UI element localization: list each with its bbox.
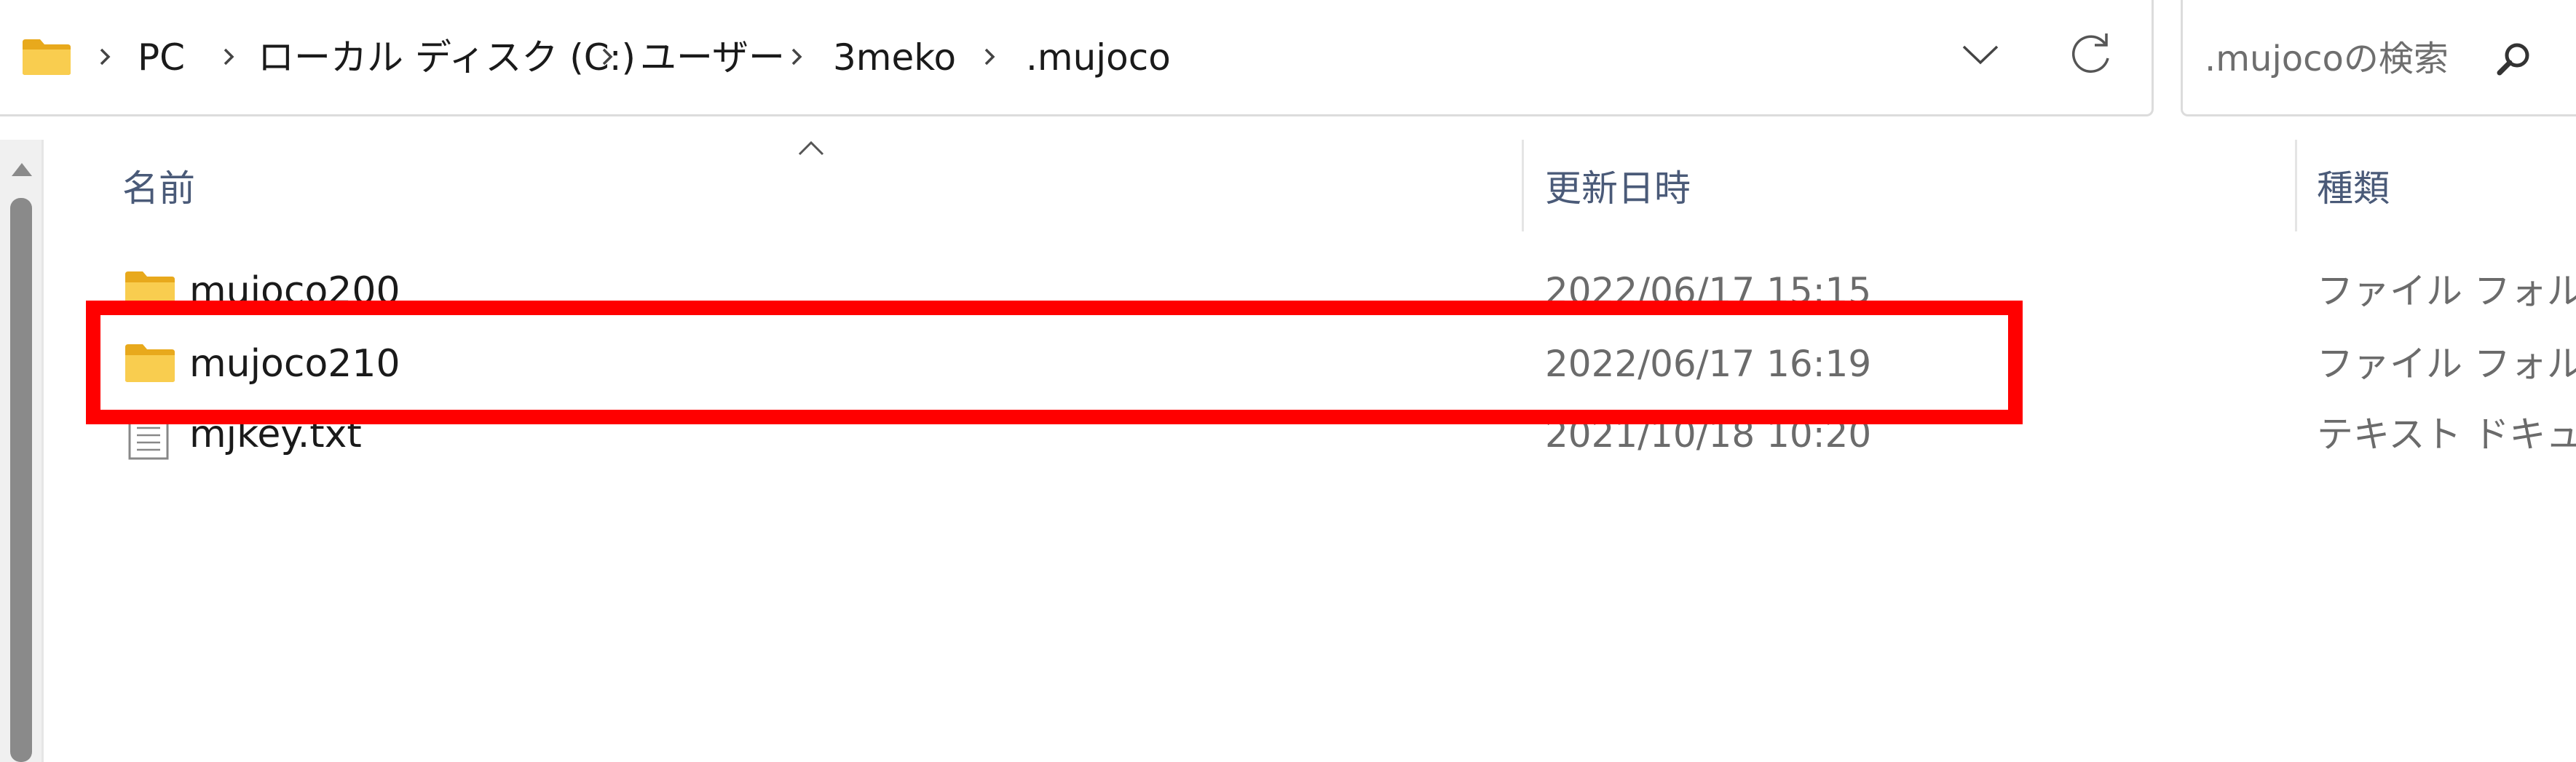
breadcrumb-separator-icon xyxy=(602,48,613,66)
file-modified: 2022/06/17 16:19 xyxy=(1545,343,1872,385)
breadcrumb-separator-icon xyxy=(224,48,234,66)
file-type: テキスト ドキュメント xyxy=(2317,413,2576,456)
column-header-name[interactable]: 名前 xyxy=(122,163,195,214)
chevron-down-icon[interactable] xyxy=(1958,36,2003,73)
breadcrumb-pc[interactable]: PC xyxy=(138,32,185,83)
search-box[interactable]: .mujocoの検索 xyxy=(2181,0,2576,116)
file-type: ファイル フォルダー xyxy=(2317,270,2576,312)
breadcrumb-separator-icon xyxy=(791,48,802,66)
file-row-selected[interactable]: mujoco210 2022/06/17 16:19 ファイル フォルダー xyxy=(87,331,2576,404)
scroll-up-arrow-icon[interactable] xyxy=(10,162,33,178)
vertical-scrollbar[interactable] xyxy=(0,140,44,762)
breadcrumb-user-folder[interactable]: 3meko xyxy=(833,32,956,83)
column-divider[interactable] xyxy=(2295,140,2297,231)
breadcrumb-separator-icon xyxy=(100,48,111,66)
address-bar[interactable]: PC ローカル ディスク (C:) ユーザー 3meko .mujoco xyxy=(0,0,2154,116)
refresh-icon[interactable] xyxy=(2066,29,2117,80)
column-divider[interactable] xyxy=(1522,140,1524,231)
breadcrumb-separator-icon xyxy=(984,48,995,66)
breadcrumb-local-disk[interactable]: ローカル ディスク (C:) xyxy=(258,32,636,83)
folder-icon xyxy=(23,39,71,75)
column-header-type[interactable]: 種類 xyxy=(2317,163,2390,214)
breadcrumb-mujoco[interactable]: .mujoco xyxy=(1026,32,1171,83)
column-header-modified[interactable]: 更新日時 xyxy=(1545,163,1691,214)
scroll-thumb[interactable] xyxy=(10,198,32,762)
folder-icon xyxy=(125,344,175,382)
sort-ascending-icon xyxy=(798,140,824,156)
search-input[interactable]: .mujocoの検索 xyxy=(2205,33,2449,84)
file-name[interactable]: mujoco210 xyxy=(189,338,400,389)
file-type: ファイル フォルダー xyxy=(2317,343,2576,385)
search-icon[interactable] xyxy=(2492,38,2536,82)
breadcrumb-users[interactable]: ユーザー xyxy=(640,32,785,83)
